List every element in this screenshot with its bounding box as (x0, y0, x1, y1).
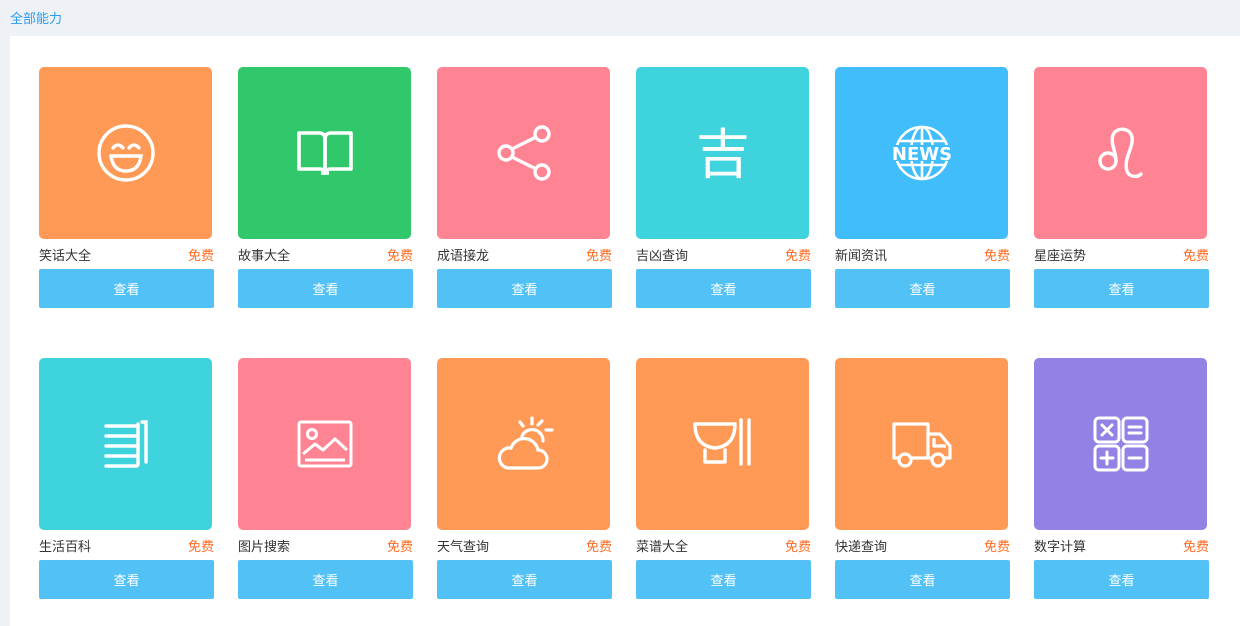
price-badge: 免费 (784, 248, 811, 264)
card-name: 星座运势 (1034, 248, 1087, 264)
card-name: 图片搜索 (238, 539, 291, 555)
card-tile[interactable] (1034, 358, 1207, 530)
price-badge: 免费 (1182, 539, 1209, 555)
card-tile[interactable] (437, 358, 610, 530)
capability-panel: 笑话大全 免费 查看 故事大全 免费 查看 成语接龙 免费 查看 吉 吉凶查询 … (10, 36, 1240, 626)
image-icon (297, 420, 352, 468)
ji-character-icon: 吉 (696, 123, 750, 185)
view-button[interactable]: 查看 (238, 269, 413, 308)
view-button[interactable]: 查看 (437, 269, 612, 308)
card-horoscope: 星座运势 免费 查看 (1034, 67, 1209, 308)
card-news: NEWS 新闻资讯 免费 查看 (835, 67, 1010, 308)
truck-icon (891, 422, 952, 468)
price-badge: 免费 (983, 539, 1010, 555)
view-button[interactable]: 查看 (835, 269, 1010, 308)
view-button[interactable]: 查看 (437, 560, 612, 599)
card-life-wiki: 生活百科 免费 查看 (39, 358, 214, 599)
card-tile[interactable]: 吉 (636, 67, 809, 239)
price-badge: 免费 (1182, 248, 1209, 264)
card-tile[interactable]: NEWS (835, 67, 1008, 239)
card-tile[interactable] (1034, 67, 1207, 239)
laugh-face-icon (96, 124, 155, 182)
view-button[interactable]: 查看 (636, 269, 811, 308)
card-name: 成语接龙 (437, 248, 490, 264)
view-button[interactable]: 查看 (238, 560, 413, 599)
leo-zodiac-icon (1097, 127, 1143, 179)
card-stories: 故事大全 免费 查看 (238, 67, 413, 308)
card-idiom-chain: 成语接龙 免费 查看 (437, 67, 612, 308)
card-image-search: 图片搜索 免费 查看 (238, 358, 413, 599)
card-name: 新闻资讯 (835, 248, 888, 264)
card-name: 生活百科 (39, 539, 92, 555)
card-calculator: 数字计算 免费 查看 (1034, 358, 1209, 599)
card-name: 故事大全 (238, 248, 291, 264)
document-icon (103, 420, 148, 468)
card-name: 笑话大全 (39, 248, 92, 264)
weather-icon (497, 416, 554, 470)
page-title: 全部能力 (10, 12, 63, 27)
card-express: 快递查询 免费 查看 (835, 358, 1010, 599)
price-badge: 免费 (585, 248, 612, 264)
card-tile[interactable] (437, 67, 610, 239)
card-weather: 天气查询 免费 查看 (437, 358, 612, 599)
view-button[interactable]: 查看 (1034, 269, 1209, 308)
card-name: 天气查询 (437, 539, 490, 555)
card-tile[interactable] (238, 67, 411, 239)
card-jokes: 笑话大全 免费 查看 (39, 67, 214, 308)
card-recipes: 菜谱大全 免费 查看 (636, 358, 811, 599)
share-icon (496, 125, 551, 181)
card-tile[interactable] (238, 358, 411, 530)
calculator-icon (1093, 416, 1148, 472)
view-button[interactable]: 查看 (835, 560, 1010, 599)
price-badge: 免费 (983, 248, 1010, 264)
card-tile[interactable] (39, 67, 212, 239)
price-badge: 免费 (187, 539, 214, 555)
card-tile[interactable] (636, 358, 809, 530)
price-badge: 免费 (386, 248, 413, 264)
price-badge: 免费 (187, 248, 214, 264)
price-badge: 免费 (386, 539, 413, 555)
card-tile[interactable] (39, 358, 212, 530)
news-globe-icon: NEWS (889, 125, 954, 181)
card-tile[interactable] (835, 358, 1008, 530)
price-badge: 免费 (784, 539, 811, 555)
view-button[interactable]: 查看 (636, 560, 811, 599)
svg-text:吉: 吉 (696, 123, 750, 185)
view-button[interactable]: 查看 (1034, 560, 1209, 599)
view-button[interactable]: 查看 (39, 560, 214, 599)
card-name: 菜谱大全 (636, 539, 689, 555)
view-button[interactable]: 查看 (39, 269, 214, 308)
card-fortune: 吉 吉凶查询 免费 查看 (636, 67, 811, 308)
price-badge: 免费 (585, 539, 612, 555)
card-name: 数字计算 (1034, 539, 1087, 555)
svg-text:NEWS: NEWS (891, 144, 951, 165)
book-icon (296, 131, 353, 175)
card-name: 快递查询 (835, 539, 888, 555)
card-name: 吉凶查询 (636, 248, 689, 264)
bowl-chopsticks-icon (692, 418, 751, 466)
